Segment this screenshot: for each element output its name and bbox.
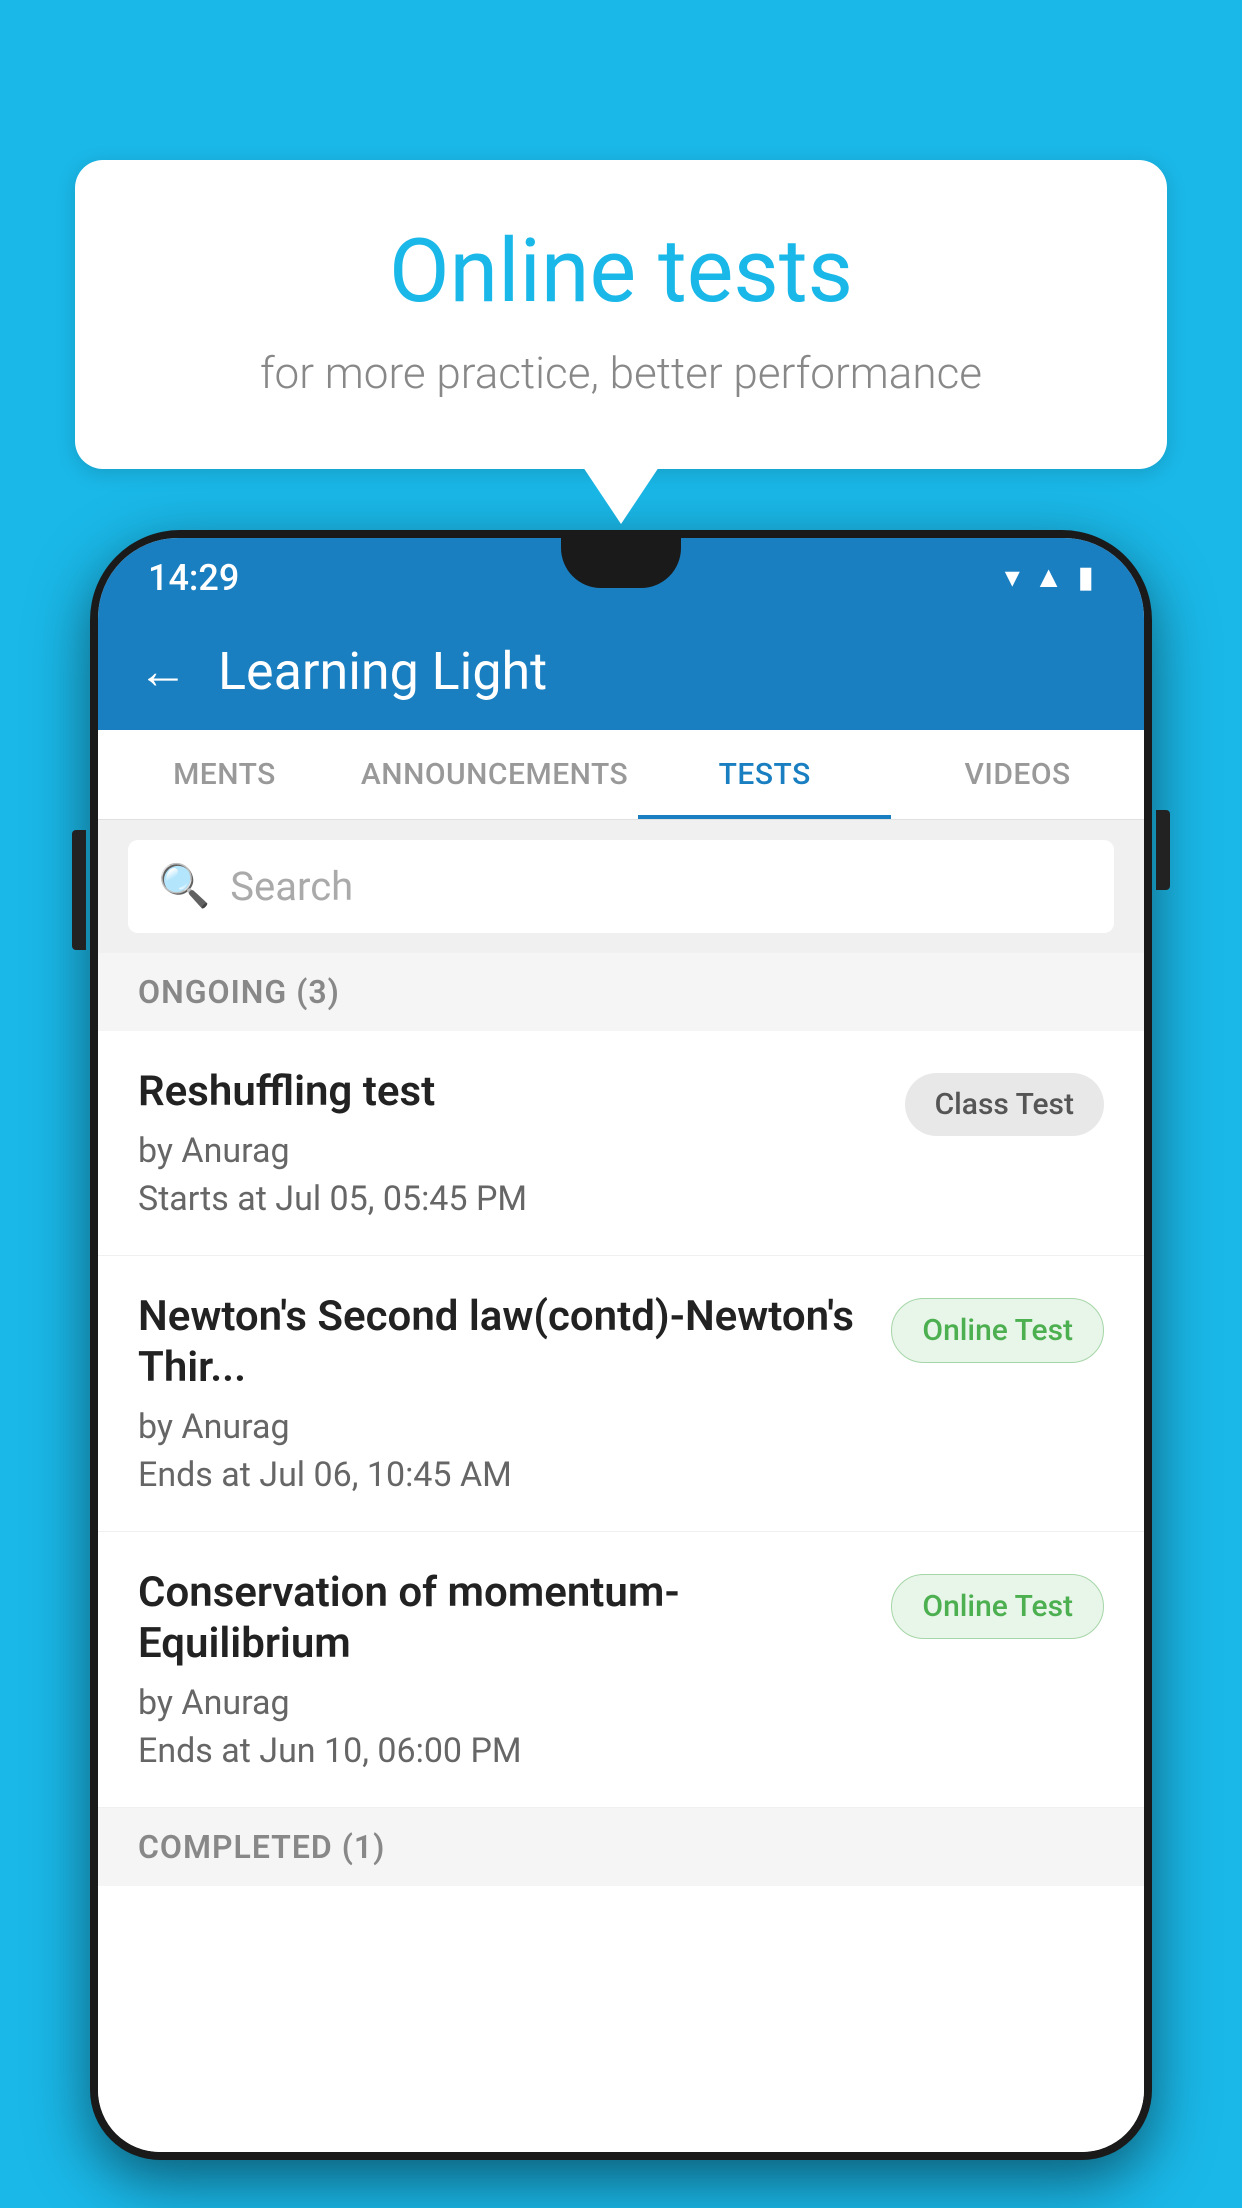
- search-bar[interactable]: 🔍 Search: [128, 840, 1114, 933]
- search-container: 🔍 Search: [98, 820, 1144, 953]
- test-item-2[interactable]: Newton's Second law(contd)-Newton's Thir…: [98, 1256, 1144, 1532]
- phone-frame: 14:29 ▾ ▲ ▮ ← Learning Light MENTS ANNOU…: [90, 530, 1152, 2160]
- test-item-3[interactable]: Conservation of momentum-Equilibrium by …: [98, 1532, 1144, 1808]
- ongoing-section-header: ONGOING (3): [98, 953, 1144, 1031]
- test-date-2: Ends at Jul 06, 10:45 AM: [138, 1455, 871, 1495]
- test-date-1: Starts at Jul 05, 05:45 PM: [138, 1179, 885, 1219]
- completed-section-header: COMPLETED (1): [98, 1808, 1144, 1886]
- test-name-3: Conservation of momentum-Equilibrium: [138, 1568, 871, 1669]
- test-info-2: Newton's Second law(contd)-Newton's Thir…: [138, 1292, 871, 1495]
- back-icon[interactable]: ←: [138, 642, 188, 701]
- phone-notch: [561, 538, 681, 588]
- search-icon: 🔍: [158, 862, 210, 911]
- app-header: ← Learning Light: [98, 613, 1144, 730]
- tabs-bar: MENTS ANNOUNCEMENTS TESTS VIDEOS: [98, 730, 1144, 820]
- test-badge-3: Online Test: [891, 1574, 1104, 1639]
- status-time: 14:29: [148, 557, 239, 599]
- test-badge-1: Class Test: [905, 1073, 1104, 1136]
- bubble-title: Online tests: [155, 220, 1087, 323]
- test-author-2: by Anurag: [138, 1407, 871, 1447]
- test-badge-2: Online Test: [891, 1298, 1104, 1363]
- battery-icon: ▮: [1077, 560, 1094, 595]
- test-date-3: Ends at Jun 10, 06:00 PM: [138, 1731, 871, 1771]
- test-list: Reshuffling test by Anurag Starts at Jul…: [98, 1031, 1144, 2152]
- test-author-3: by Anurag: [138, 1683, 871, 1723]
- test-item-1[interactable]: Reshuffling test by Anurag Starts at Jul…: [98, 1031, 1144, 1256]
- signal-icon: ▲: [1034, 560, 1064, 595]
- tab-videos[interactable]: VIDEOS: [891, 730, 1144, 819]
- test-author-1: by Anurag: [138, 1131, 885, 1171]
- tab-tests[interactable]: TESTS: [638, 730, 891, 819]
- wifi-icon: ▾: [1005, 560, 1020, 595]
- tab-announcements[interactable]: ANNOUNCEMENTS: [351, 730, 638, 819]
- search-placeholder: Search: [230, 863, 353, 910]
- promo-bubble: Online tests for more practice, better p…: [75, 160, 1167, 469]
- phone-mockup: 14:29 ▾ ▲ ▮ ← Learning Light MENTS ANNOU…: [90, 530, 1152, 2208]
- bubble-card: Online tests for more practice, better p…: [75, 160, 1167, 469]
- status-icons: ▾ ▲ ▮: [1005, 560, 1094, 595]
- test-info-3: Conservation of momentum-Equilibrium by …: [138, 1568, 871, 1771]
- bubble-subtitle: for more practice, better performance: [155, 347, 1087, 399]
- test-info-1: Reshuffling test by Anurag Starts at Jul…: [138, 1067, 885, 1219]
- tab-ments[interactable]: MENTS: [98, 730, 351, 819]
- app-title: Learning Light: [218, 641, 547, 702]
- test-name-1: Reshuffling test: [138, 1067, 885, 1117]
- phone-screen: 14:29 ▾ ▲ ▮ ← Learning Light MENTS ANNOU…: [98, 538, 1144, 2152]
- test-name-2: Newton's Second law(contd)-Newton's Thir…: [138, 1292, 871, 1393]
